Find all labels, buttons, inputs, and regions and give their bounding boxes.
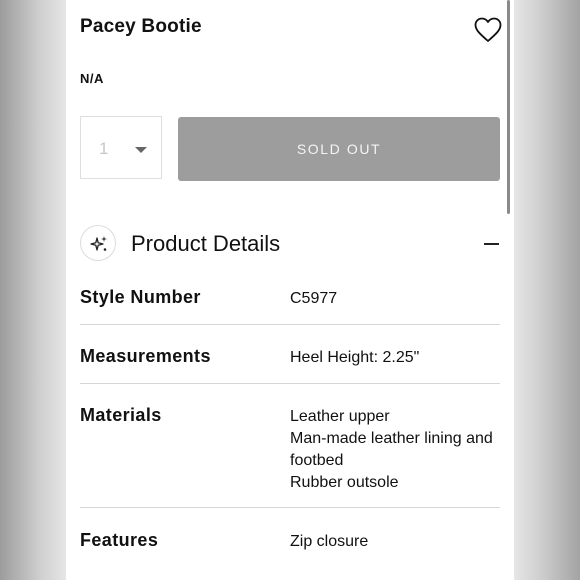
detail-value: Leather upper Man-made leather lining an… — [290, 406, 505, 494]
minus-icon — [484, 243, 499, 245]
wishlist-heart-icon[interactable] — [474, 17, 502, 43]
product-details-title: Product Details — [131, 231, 281, 256]
detail-value: Heel Height: 2.25" — [290, 347, 505, 369]
divider — [80, 383, 500, 384]
product-page: Pacey Bootie N/A 1 SOLD OUT Product Deta… — [66, 0, 514, 580]
divider — [80, 507, 500, 508]
chevron-down-icon — [135, 147, 147, 153]
detail-value-line: Man-made leather lining and footbed — [290, 430, 493, 469]
detail-label: Features — [80, 530, 159, 550]
detail-value-line: C5977 — [290, 290, 338, 307]
sold-out-button[interactable]: SOLD OUT — [178, 117, 500, 181]
quantity-select[interactable]: 1 — [80, 116, 162, 179]
detail-label: Materials — [80, 405, 162, 425]
detail-value-line: Zip closure — [290, 533, 369, 550]
detail-value: C5977 — [290, 288, 505, 310]
detail-label: Style Number — [80, 287, 201, 307]
detail-value-line: Leather upper — [290, 408, 390, 425]
detail-label: Measurements — [80, 346, 211, 366]
divider — [80, 324, 500, 325]
product-details-toggle[interactable]: Product Details — [80, 224, 500, 264]
product-title: Pacey Bootie — [80, 16, 202, 37]
sparkle-icon — [80, 225, 116, 261]
detail-value-line: Rubber outsole — [290, 474, 399, 491]
quantity-value: 1 — [99, 139, 109, 158]
variant-label: N/A — [80, 71, 104, 86]
detail-value-line: Heel Height: 2.25" — [290, 349, 420, 366]
detail-value: Zip closure — [290, 531, 505, 553]
scrollbar[interactable] — [507, 0, 510, 214]
